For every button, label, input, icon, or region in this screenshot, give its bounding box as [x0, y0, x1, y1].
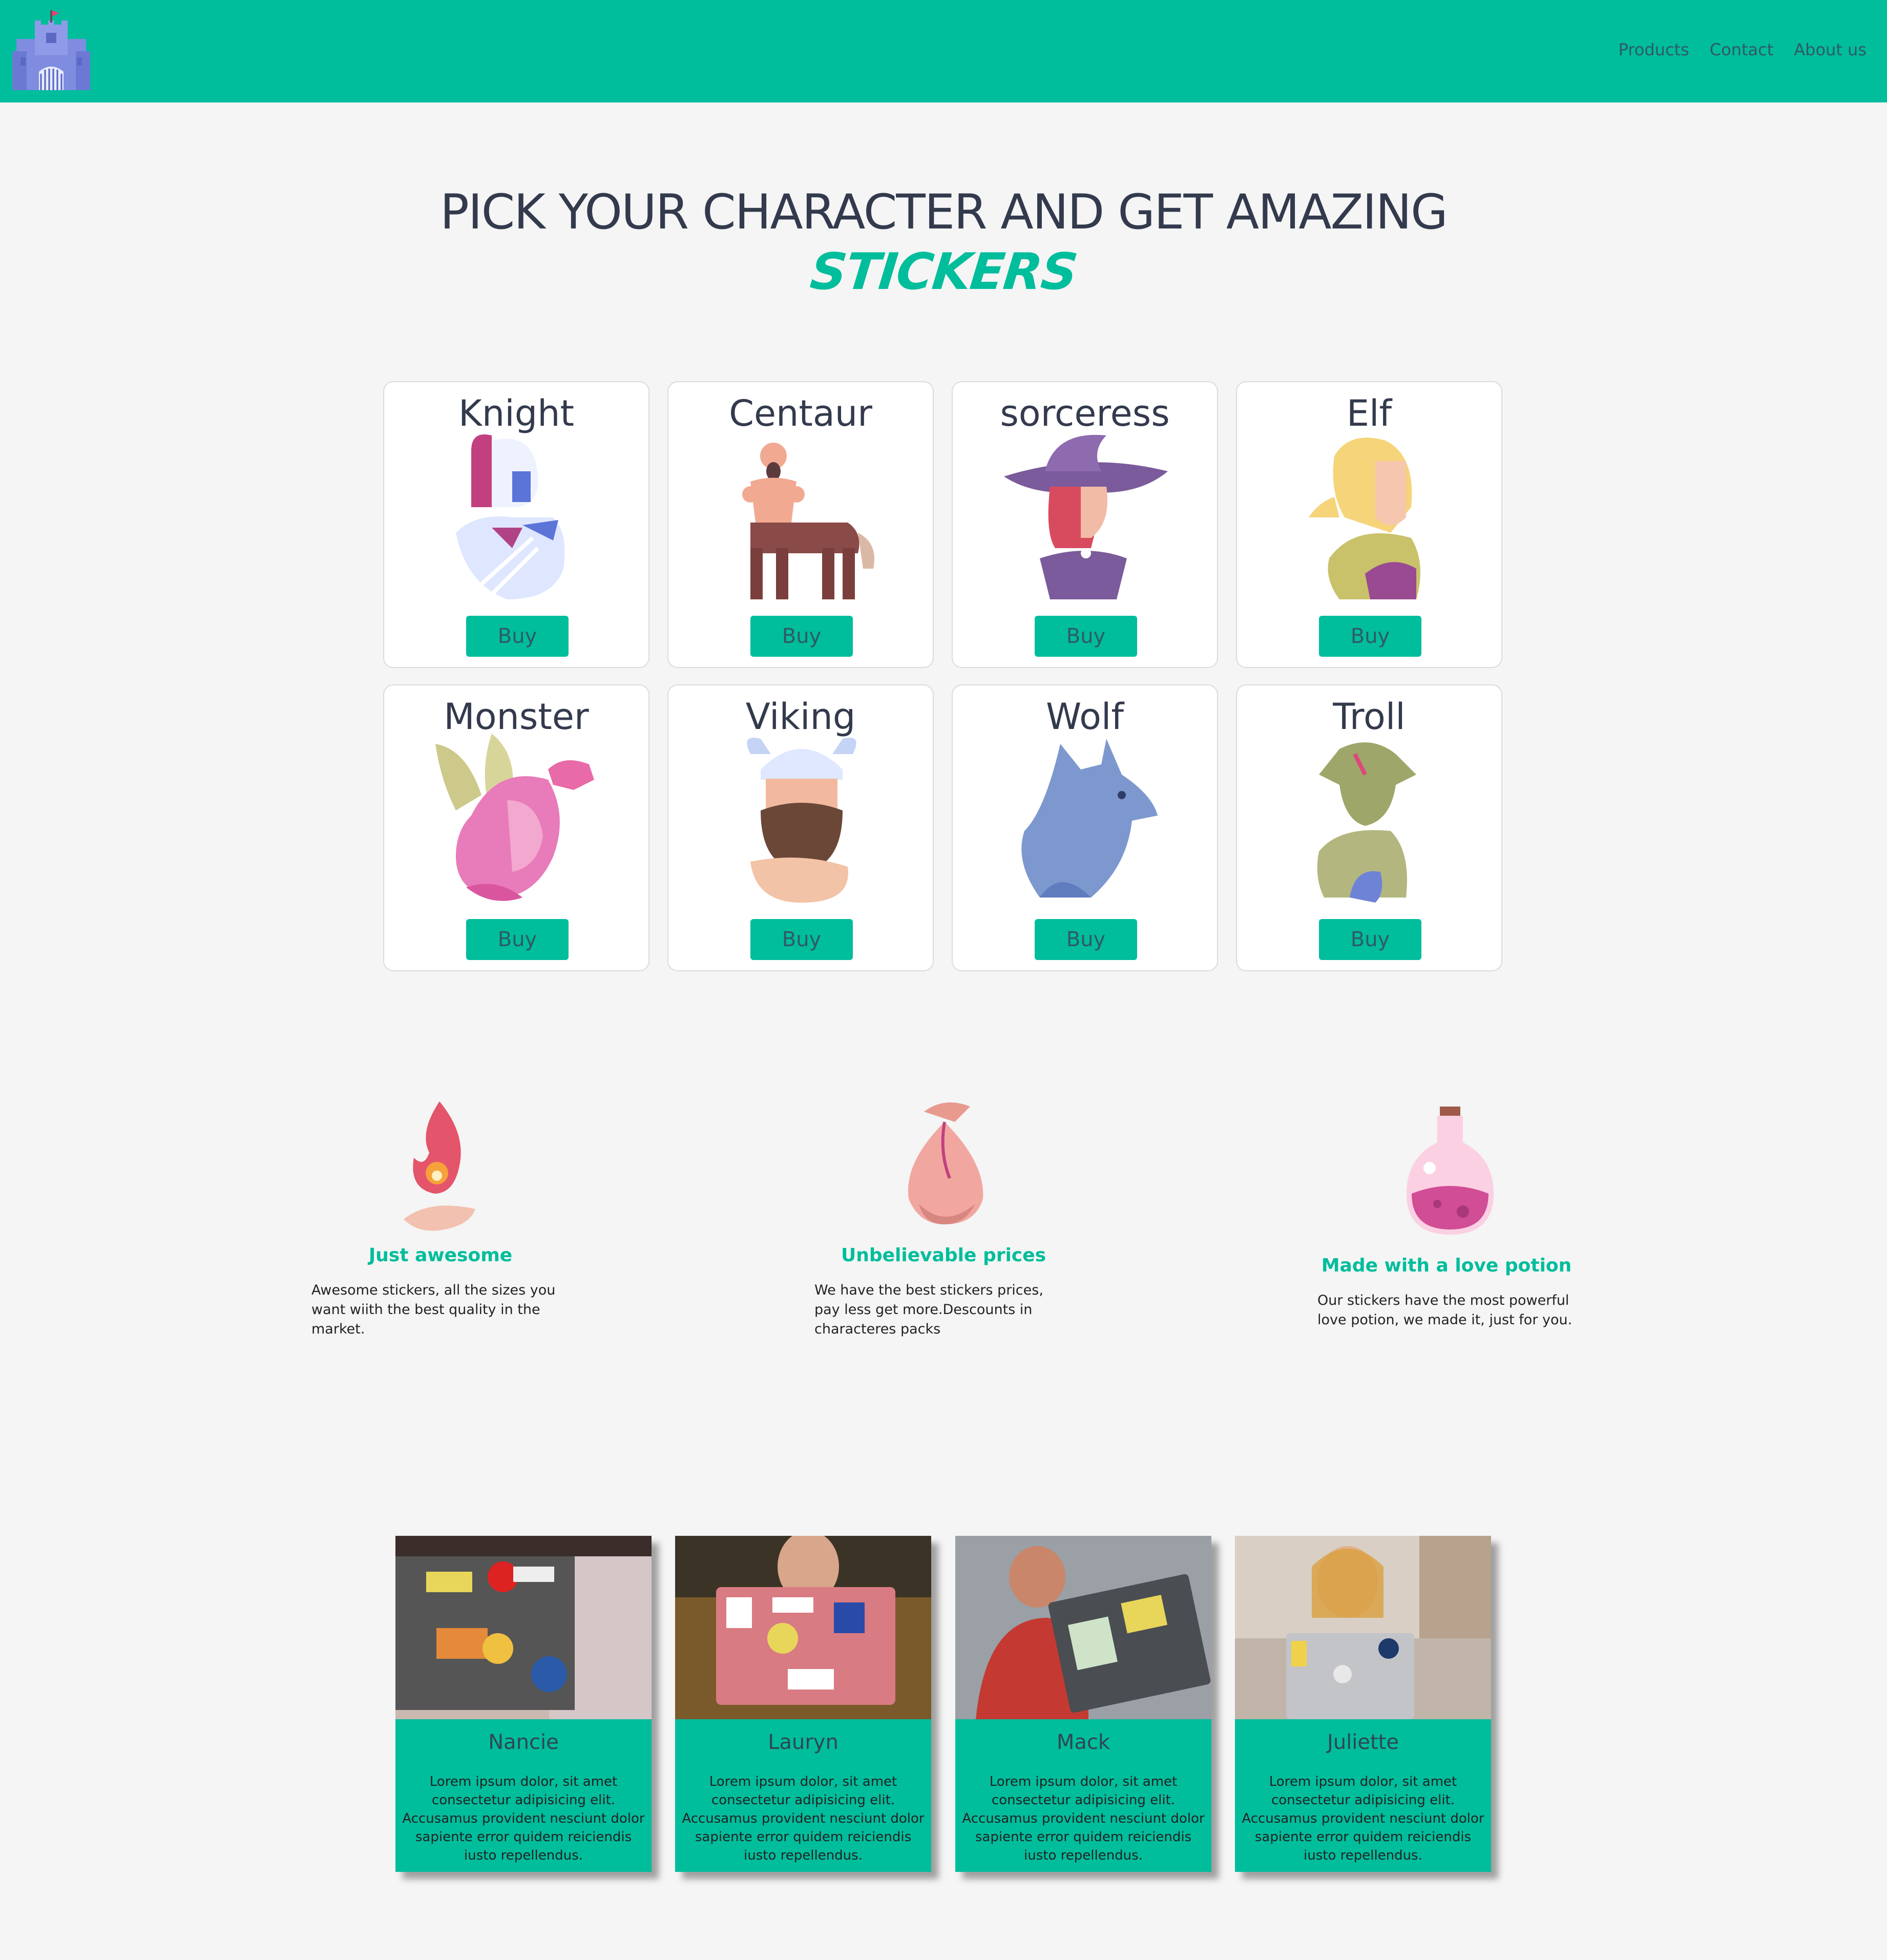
laptop-stickers-photo — [1235, 1536, 1491, 1719]
buy-button[interactable]: Buy — [750, 919, 853, 960]
character-card-elf: Elf Buy — [1236, 381, 1502, 668]
character-name: sorceress — [1000, 392, 1170, 434]
character-name: Knight — [458, 392, 574, 434]
character-name: Monster — [444, 696, 589, 738]
testimonial-text: Lorem ipsum dolor, sit amet consectetur … — [962, 1774, 1205, 1863]
nav-about-link[interactable]: About us — [1794, 40, 1867, 59]
testimonial-card-juliette: Juliette Lorem ipsum dolor, sit amet con… — [1235, 1536, 1491, 1872]
sorceress-icon — [1004, 434, 1168, 599]
testimonial-card-mack: Mack Lorem ipsum dolor, sit amet consect… — [955, 1536, 1211, 1872]
character-card-monster: Monster Buy — [383, 684, 649, 971]
testimonial-name: Mack — [1056, 1730, 1110, 1754]
main-nav: Products Contact About us — [1619, 40, 1867, 59]
money-bag-icon — [908, 1102, 983, 1224]
laptop-stickers-photo — [955, 1536, 1211, 1719]
viking-icon — [747, 738, 856, 903]
feature-title: Unbelievable prices — [841, 1245, 1046, 1266]
knight-icon — [456, 434, 565, 599]
character-name: Centaur — [729, 392, 872, 434]
testimonial-text: Lorem ipsum dolor, sit amet consectetur … — [402, 1774, 645, 1863]
potion-icon — [1407, 1107, 1494, 1235]
buy-button[interactable]: Buy — [750, 616, 853, 657]
centaur-icon — [742, 443, 874, 599]
castle-icon[interactable] — [12, 10, 90, 92]
feature-title: Made with a love potion — [1321, 1255, 1572, 1276]
top-navbar: Products Contact About us — [0, 0, 1887, 102]
nav-products-link[interactable]: Products — [1619, 40, 1689, 59]
feature-title: Just awesome — [368, 1245, 513, 1266]
testimonial-body: Juliette Lorem ipsum dolor, sit amet con… — [1235, 1719, 1491, 1872]
testimonial-text: Lorem ipsum dolor, sit amet consectetur … — [682, 1774, 925, 1863]
testimonial-card-lauryn: Lauryn Lorem ipsum dolor, sit amet conse… — [675, 1536, 931, 1872]
dragon-icon — [435, 734, 594, 901]
laptop-stickers-photo — [395, 1536, 652, 1719]
testimonial-body: Lauryn Lorem ipsum dolor, sit amet conse… — [675, 1719, 931, 1872]
troll-icon — [1317, 742, 1416, 903]
testimonial-body: Mack Lorem ipsum dolor, sit amet consect… — [955, 1719, 1211, 1872]
character-card-sorceress: sorceress Buy — [952, 381, 1218, 668]
testimonial-text: Lorem ipsum dolor, sit amet consectetur … — [1242, 1774, 1484, 1863]
character-name: Elf — [1346, 392, 1392, 434]
fire-hand-icon — [404, 1101, 475, 1231]
testimonial-card-nancie: Nancie Lorem ipsum dolor, sit amet conse… — [395, 1536, 652, 1872]
testimonial-body: Nancie Lorem ipsum dolor, sit amet conse… — [395, 1719, 652, 1872]
character-name: Wolf — [1045, 696, 1124, 738]
testimonial-name: Lauryn — [768, 1730, 838, 1754]
character-name: Viking — [745, 696, 856, 738]
wolf-icon — [1021, 739, 1158, 898]
testimonial-name: Juliette — [1327, 1730, 1399, 1754]
buy-button[interactable]: Buy — [466, 616, 569, 657]
feature-text: Awesome stickers, all the sizes you want… — [311, 1282, 556, 1337]
buy-button[interactable]: Buy — [466, 919, 569, 960]
character-card-knight: Knight Buy — [383, 381, 649, 668]
laptop-stickers-photo — [675, 1536, 931, 1719]
feature-text: We have the best stickers prices, pay le… — [814, 1282, 1043, 1337]
elf-icon — [1309, 437, 1420, 599]
character-name: Troll — [1333, 696, 1406, 738]
character-card-centaur: Centaur Buy — [667, 381, 934, 668]
hero-title: PICK YOUR CHARACTER AND GET AMAZING — [440, 184, 1448, 240]
testimonial-name: Nancie — [488, 1730, 559, 1754]
buy-button[interactable]: Buy — [1319, 616, 1421, 657]
character-card-troll: Troll Buy — [1236, 684, 1502, 971]
nav-contact-link[interactable]: Contact — [1710, 40, 1774, 59]
buy-button[interactable]: Buy — [1319, 919, 1421, 960]
buy-button[interactable]: Buy — [1035, 616, 1137, 657]
feature-text: Our stickers have the most powerful love… — [1317, 1292, 1572, 1328]
buy-button[interactable]: Buy — [1035, 919, 1137, 960]
hero-subtitle: STICKERS — [807, 243, 1080, 301]
character-card-wolf: Wolf Buy — [952, 684, 1218, 971]
character-card-viking: Viking Buy — [667, 684, 934, 971]
